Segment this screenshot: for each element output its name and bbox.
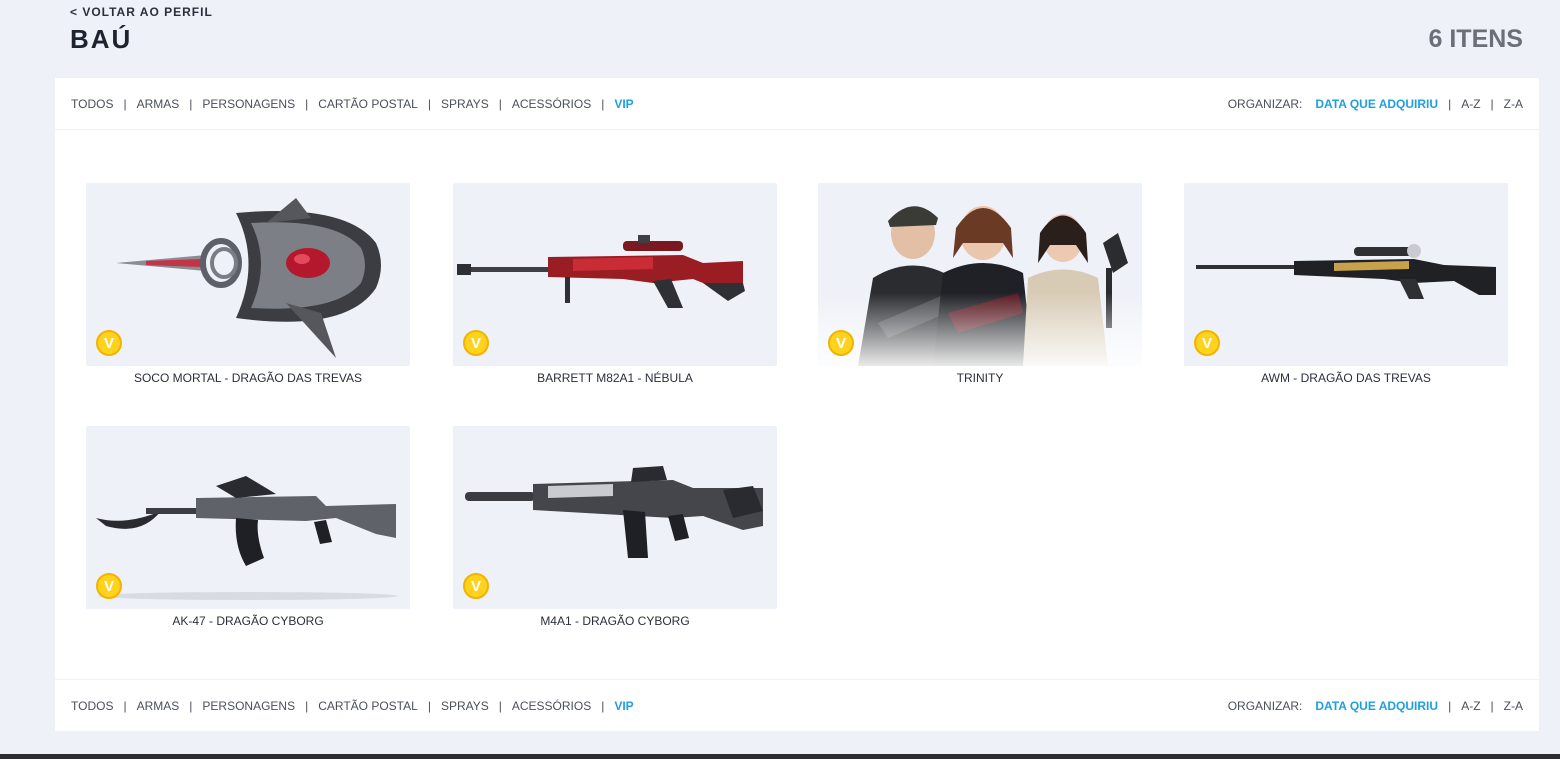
item-card[interactable]: V SOCO MORTAL - DRAGÃO DAS TREVAS — [86, 183, 410, 385]
inventory-panel: TODOS | ARMAS | PERSONAGENS | CARTÃO POSTAL… — [55, 78, 1539, 731]
assault-rifle-icon — [465, 466, 763, 558]
sort-label: ORGANIZAR: — [1227, 96, 1303, 111]
separator: | — [189, 96, 193, 111]
filter-personagens[interactable]: PERSONAGENS — [202, 699, 295, 713]
separator: | — [427, 698, 431, 713]
sort-label: ORGANIZAR: — [1227, 698, 1303, 713]
separator: | — [305, 96, 309, 111]
sort-a-z[interactable]: A-Z — [1461, 97, 1480, 111]
item-card[interactable]: V BARRETT M82A1 - NÉBULA — [453, 183, 777, 385]
sniper-rifle-icon — [457, 235, 745, 308]
item-thumbnail: V — [86, 426, 410, 609]
item-card[interactable]: V AWM - DRAGÃO DAS TREVAS — [1184, 183, 1508, 385]
item-thumbnail: V — [86, 183, 410, 366]
vip-badge-icon: V — [1194, 330, 1220, 356]
filter-todos[interactable]: TODOS — [71, 97, 113, 111]
separator: | — [498, 96, 502, 111]
separator: | — [305, 698, 309, 713]
sniper-rifle-icon — [1196, 244, 1496, 299]
filter-armas[interactable]: ARMAS — [137, 699, 180, 713]
separator: | — [601, 96, 605, 111]
sort-z-a[interactable]: Z-A — [1504, 699, 1523, 713]
sort-a-z[interactable]: A-Z — [1461, 699, 1480, 713]
filter-armas[interactable]: ARMAS — [137, 97, 180, 111]
filter-bar-top: TODOS | ARMAS | PERSONAGENS | CARTÃO POSTAL… — [55, 78, 1539, 130]
filter-todos[interactable]: TODOS — [71, 699, 113, 713]
item-name: M4A1 - DRAGÃO CYBORG — [540, 614, 690, 628]
filter-cartao-postal[interactable]: CARTÃO POSTAL — [318, 97, 418, 111]
sort-z-a[interactable]: Z-A — [1504, 97, 1523, 111]
item-thumbnail: V — [453, 183, 777, 366]
separator: | — [123, 698, 127, 713]
separator: | — [601, 698, 605, 713]
item-name: TRINITY — [956, 371, 1004, 385]
page-title: BAÚ — [70, 24, 133, 54]
vip-badge-icon: V — [96, 330, 122, 356]
item-count: 6 ITENS — [1428, 25, 1523, 53]
separator: | — [1448, 698, 1452, 713]
item-thumbnail: V — [818, 183, 1142, 366]
item-card[interactable]: V TRINITY — [818, 183, 1142, 385]
filter-acessorios[interactable]: ACESSÓRIOS — [512, 97, 591, 111]
separator: | — [1490, 96, 1494, 111]
sort-options: ORGANIZAR: DATA QUE ADQUIRIU | A-Z | Z-A — [1228, 97, 1523, 111]
vip-badge-icon: V — [463, 330, 489, 356]
filter-cartao-postal[interactable]: CARTÃO POSTAL — [318, 699, 418, 713]
item-card[interactable]: V AK-47 - DRAGÃO CYBORG — [86, 426, 410, 628]
vip-badge-icon: V — [463, 573, 489, 599]
separator: | — [427, 96, 431, 111]
separator: | — [1448, 96, 1452, 111]
item-thumbnail: V — [1184, 183, 1508, 366]
assault-rifle-icon — [96, 476, 398, 600]
filter-vip[interactable]: VIP — [614, 97, 633, 111]
item-card[interactable]: V M4A1 - DRAGÃO CYBORG — [453, 426, 777, 628]
sort-date-acquired[interactable]: DATA QUE ADQUIRIU — [1315, 699, 1438, 713]
vip-badge-icon: V — [96, 573, 122, 599]
separator: | — [1490, 698, 1494, 713]
item-name: SOCO MORTAL - DRAGÃO DAS TREVAS — [133, 371, 363, 385]
category-filters: TODOS | ARMAS | PERSONAGENS | CARTÃO POSTAL… — [71, 97, 634, 111]
item-name: AK-47 - DRAGÃO CYBORG — [172, 614, 324, 628]
back-to-profile-link[interactable]: < VOLTAR AO PERFIL — [70, 5, 213, 19]
filter-acessorios[interactable]: ACESSÓRIOS — [512, 699, 591, 713]
knuckle-blade-icon — [116, 198, 381, 358]
sort-date-acquired[interactable]: DATA QUE ADQUIRIU — [1315, 97, 1438, 111]
item-name: BARRETT M82A1 - NÉBULA — [537, 371, 693, 385]
separator: | — [123, 96, 127, 111]
filter-personagens[interactable]: PERSONAGENS — [202, 97, 295, 111]
filter-bar-bottom: TODOS | ARMAS | PERSONAGENS | CARTÃO POSTAL… — [55, 679, 1539, 731]
bottom-edge-bar — [0, 754, 1560, 759]
filter-sprays[interactable]: SPRAYS — [441, 699, 489, 713]
separator: | — [498, 698, 502, 713]
filter-sprays[interactable]: SPRAYS — [441, 97, 489, 111]
item-thumbnail: V — [453, 426, 777, 609]
item-name: AWM - DRAGÃO DAS TREVAS — [1261, 371, 1431, 385]
sort-options: ORGANIZAR: DATA QUE ADQUIRIU | A-Z | Z-A — [1228, 699, 1523, 713]
category-filters: TODOS | ARMAS | PERSONAGENS | CARTÃO POSTAL… — [71, 699, 634, 713]
characters-icon — [818, 183, 1142, 366]
separator: | — [189, 698, 193, 713]
vip-badge-icon: V — [828, 330, 854, 356]
filter-vip[interactable]: VIP — [614, 699, 633, 713]
